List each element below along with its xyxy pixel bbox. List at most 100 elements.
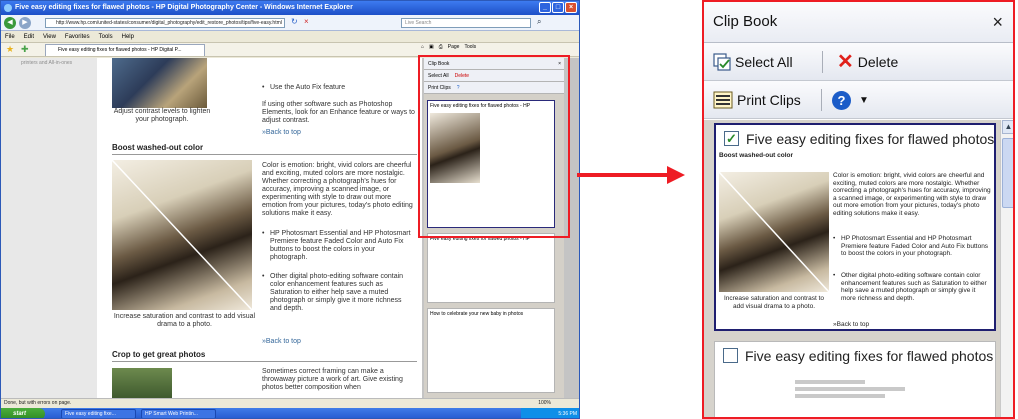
clip-title-1: Five easy editing fixes for flawed photo…	[746, 130, 995, 147]
menu-tools[interactable]: Tools	[99, 31, 113, 42]
back-to-top-link[interactable]: »Back to top	[262, 129, 301, 137]
help-button[interactable]: ? ▼	[832, 87, 869, 113]
taskbar: start Five easy editing fixe... HP Smart…	[1, 408, 579, 418]
para-crop: Sometimes correct framing can make a thr…	[262, 368, 403, 391]
section-divider	[112, 154, 417, 155]
live-search-input[interactable]: Live Search	[401, 18, 531, 28]
toolbar-separator-2	[821, 89, 822, 111]
home-icon[interactable]: ⌂	[421, 44, 424, 50]
taskbar-item-2[interactable]: HP Smart Web Printin...	[141, 409, 216, 418]
bullet-faded-color: HP Photosmart Essential and HP Photosmar…	[262, 230, 412, 262]
window-titlebar: Five easy editing fixes for flawed photo…	[1, 1, 579, 15]
maximize-button[interactable]: □	[552, 2, 564, 13]
delete-label: Delete	[857, 54, 899, 70]
callout-arrow-head	[667, 166, 685, 184]
section-divider-2	[112, 361, 417, 362]
clip-caption-saturation: Increase saturation and contrast to add …	[723, 295, 825, 310]
favorites-star-icon[interactable]: ★	[6, 44, 14, 55]
tools-menu[interactable]: Tools	[464, 44, 476, 50]
status-bar: Done, but with errors on page. 100%	[1, 398, 579, 408]
system-tray-clock: 5:36 PM	[521, 408, 579, 418]
minimize-button[interactable]: _	[539, 2, 551, 13]
para-color: Color is emotion: bright, vivid colors a…	[262, 162, 413, 217]
clip-dog-photo	[718, 171, 830, 293]
print-clips-icon	[713, 91, 733, 109]
crop-photo	[112, 368, 172, 398]
back-button[interactable]: ◀	[4, 17, 16, 29]
clip-checkbox-2[interactable]	[723, 348, 738, 363]
clip-heading: Boost washed-out color	[719, 152, 794, 159]
mini-clip-card-2[interactable]: Five easy editing fixes for flawed photo…	[427, 233, 555, 303]
page-menu[interactable]: Page	[448, 44, 460, 50]
print-clips-label: Print Clips	[737, 92, 801, 108]
menu-bar: File Edit View Favorites Tools Help	[1, 31, 579, 43]
menu-favorites[interactable]: Favorites	[65, 31, 90, 42]
help-icon: ?	[832, 90, 851, 110]
taskbar-item-1[interactable]: Five easy editing fixe...	[61, 409, 136, 418]
select-all-label: Select All	[735, 54, 793, 70]
clip-list-scrollbar[interactable]: ▲	[1000, 120, 1013, 417]
clip-bullet-other: Other digital photo-editing software con…	[833, 272, 991, 302]
left-navigation: printers and All-in-ones	[1, 58, 97, 398]
clip-checkbox-1[interactable]: ✓	[724, 131, 739, 146]
clip-card-header-1: ✓ Five easy editing fixes for flawed pho…	[716, 125, 994, 152]
heading-washed-out: Boost washed-out color	[112, 143, 204, 152]
print-clips-button[interactable]: Print Clips	[713, 87, 801, 113]
bullet-autofix: Use the Auto Fix feature	[262, 84, 412, 92]
callout-arrow-shaft	[577, 173, 669, 177]
clip-list: ✓ Five easy editing fixes for flawed pho…	[704, 120, 1013, 417]
back-to-top-link-2[interactable]: »Back to top	[262, 338, 301, 346]
search-icon[interactable]: ⌕	[537, 17, 541, 27]
ie-icon	[4, 4, 12, 12]
caption-contrast: Adjust contrast levels to lighten your p…	[113, 108, 211, 123]
feeds-icon[interactable]: ▣	[429, 44, 434, 50]
print-icon[interactable]: ⎙	[439, 44, 443, 50]
clipbook-toolbar-2: Print Clips ? ▼	[704, 81, 1013, 119]
window-controls: _ □ ×	[539, 2, 577, 13]
para-other-software: If using other software such as Photosho…	[262, 101, 415, 124]
heading-crop: Crop to get great photos	[112, 350, 206, 359]
mini-clip-title-3: How to celebrate your new baby in photos	[430, 311, 524, 317]
close-icon[interactable]: ×	[992, 2, 1003, 42]
clip-bullet-faded: HP Photosmart Essential and HP Photosmar…	[833, 235, 991, 258]
refresh-icon[interactable]: ↻	[291, 17, 298, 26]
scroll-thumb[interactable]	[1002, 138, 1013, 208]
clip-card-header-2: Five easy editing fixes for flawed photo…	[715, 342, 995, 369]
window-title: Five easy editing fixes for flawed photo…	[15, 4, 353, 11]
delete-x-icon: ✕	[837, 51, 854, 73]
clip-card-2[interactable]: Five easy editing fixes for flawed photo…	[714, 341, 996, 417]
clipbook-titlebar: Clip Book ×	[704, 2, 1013, 43]
select-all-icon	[713, 53, 731, 71]
status-text: Done, but with errors on page.	[4, 400, 72, 406]
menu-edit[interactable]: Edit	[24, 31, 34, 42]
clip-back-to-top[interactable]: »Back to top	[833, 321, 869, 329]
caption-saturation: Increase saturation and contrast to add …	[113, 313, 256, 328]
add-favorite-icon[interactable]: ✚	[21, 44, 29, 55]
start-button[interactable]: start	[1, 408, 45, 418]
zoom-level[interactable]: 100%	[538, 399, 551, 408]
forward-button[interactable]: ▶	[19, 17, 31, 29]
chevron-down-icon[interactable]: ▼	[859, 95, 869, 106]
address-input[interactable]: http://www.hp.com/united-states/consumer…	[45, 18, 285, 28]
dog-photo	[112, 160, 252, 310]
scroll-up-arrow[interactable]: ▲	[1002, 120, 1013, 134]
left-nav-item[interactable]: printers and All-in-ones	[21, 60, 72, 66]
close-window-button[interactable]: ×	[565, 2, 577, 13]
select-all-button[interactable]: Select All	[713, 49, 793, 75]
toolbar-separator	[822, 51, 823, 73]
browser-tab[interactable]: Five easy editing fixes for flawed photo…	[45, 44, 205, 56]
mini-clip-card-3[interactable]: How to celebrate your new baby in photos	[427, 308, 555, 393]
clip-title-2: Five easy editing fixes for flawed photo…	[745, 347, 995, 364]
highlight-box	[418, 55, 570, 238]
clip-card-1[interactable]: ✓ Five easy editing fixes for flawed pho…	[714, 123, 996, 331]
address-bar-row: ◀ ▶ http://www.hp.com/united-states/cons…	[1, 15, 579, 31]
clip-para-color: Color is emotion: bright, vivid colors a…	[833, 172, 991, 217]
delete-button[interactable]: ✕ Delete	[837, 49, 898, 75]
clip-photo-diagonal	[718, 171, 830, 293]
stop-icon[interactable]: ×	[304, 17, 309, 26]
menu-file[interactable]: File	[5, 31, 15, 42]
clipbook-title: Clip Book	[713, 13, 778, 30]
menu-help[interactable]: Help	[122, 31, 134, 42]
clipbook-panel: Clip Book × Select All ✕ Delete Print Cl…	[702, 0, 1015, 419]
menu-view[interactable]: View	[43, 31, 56, 42]
